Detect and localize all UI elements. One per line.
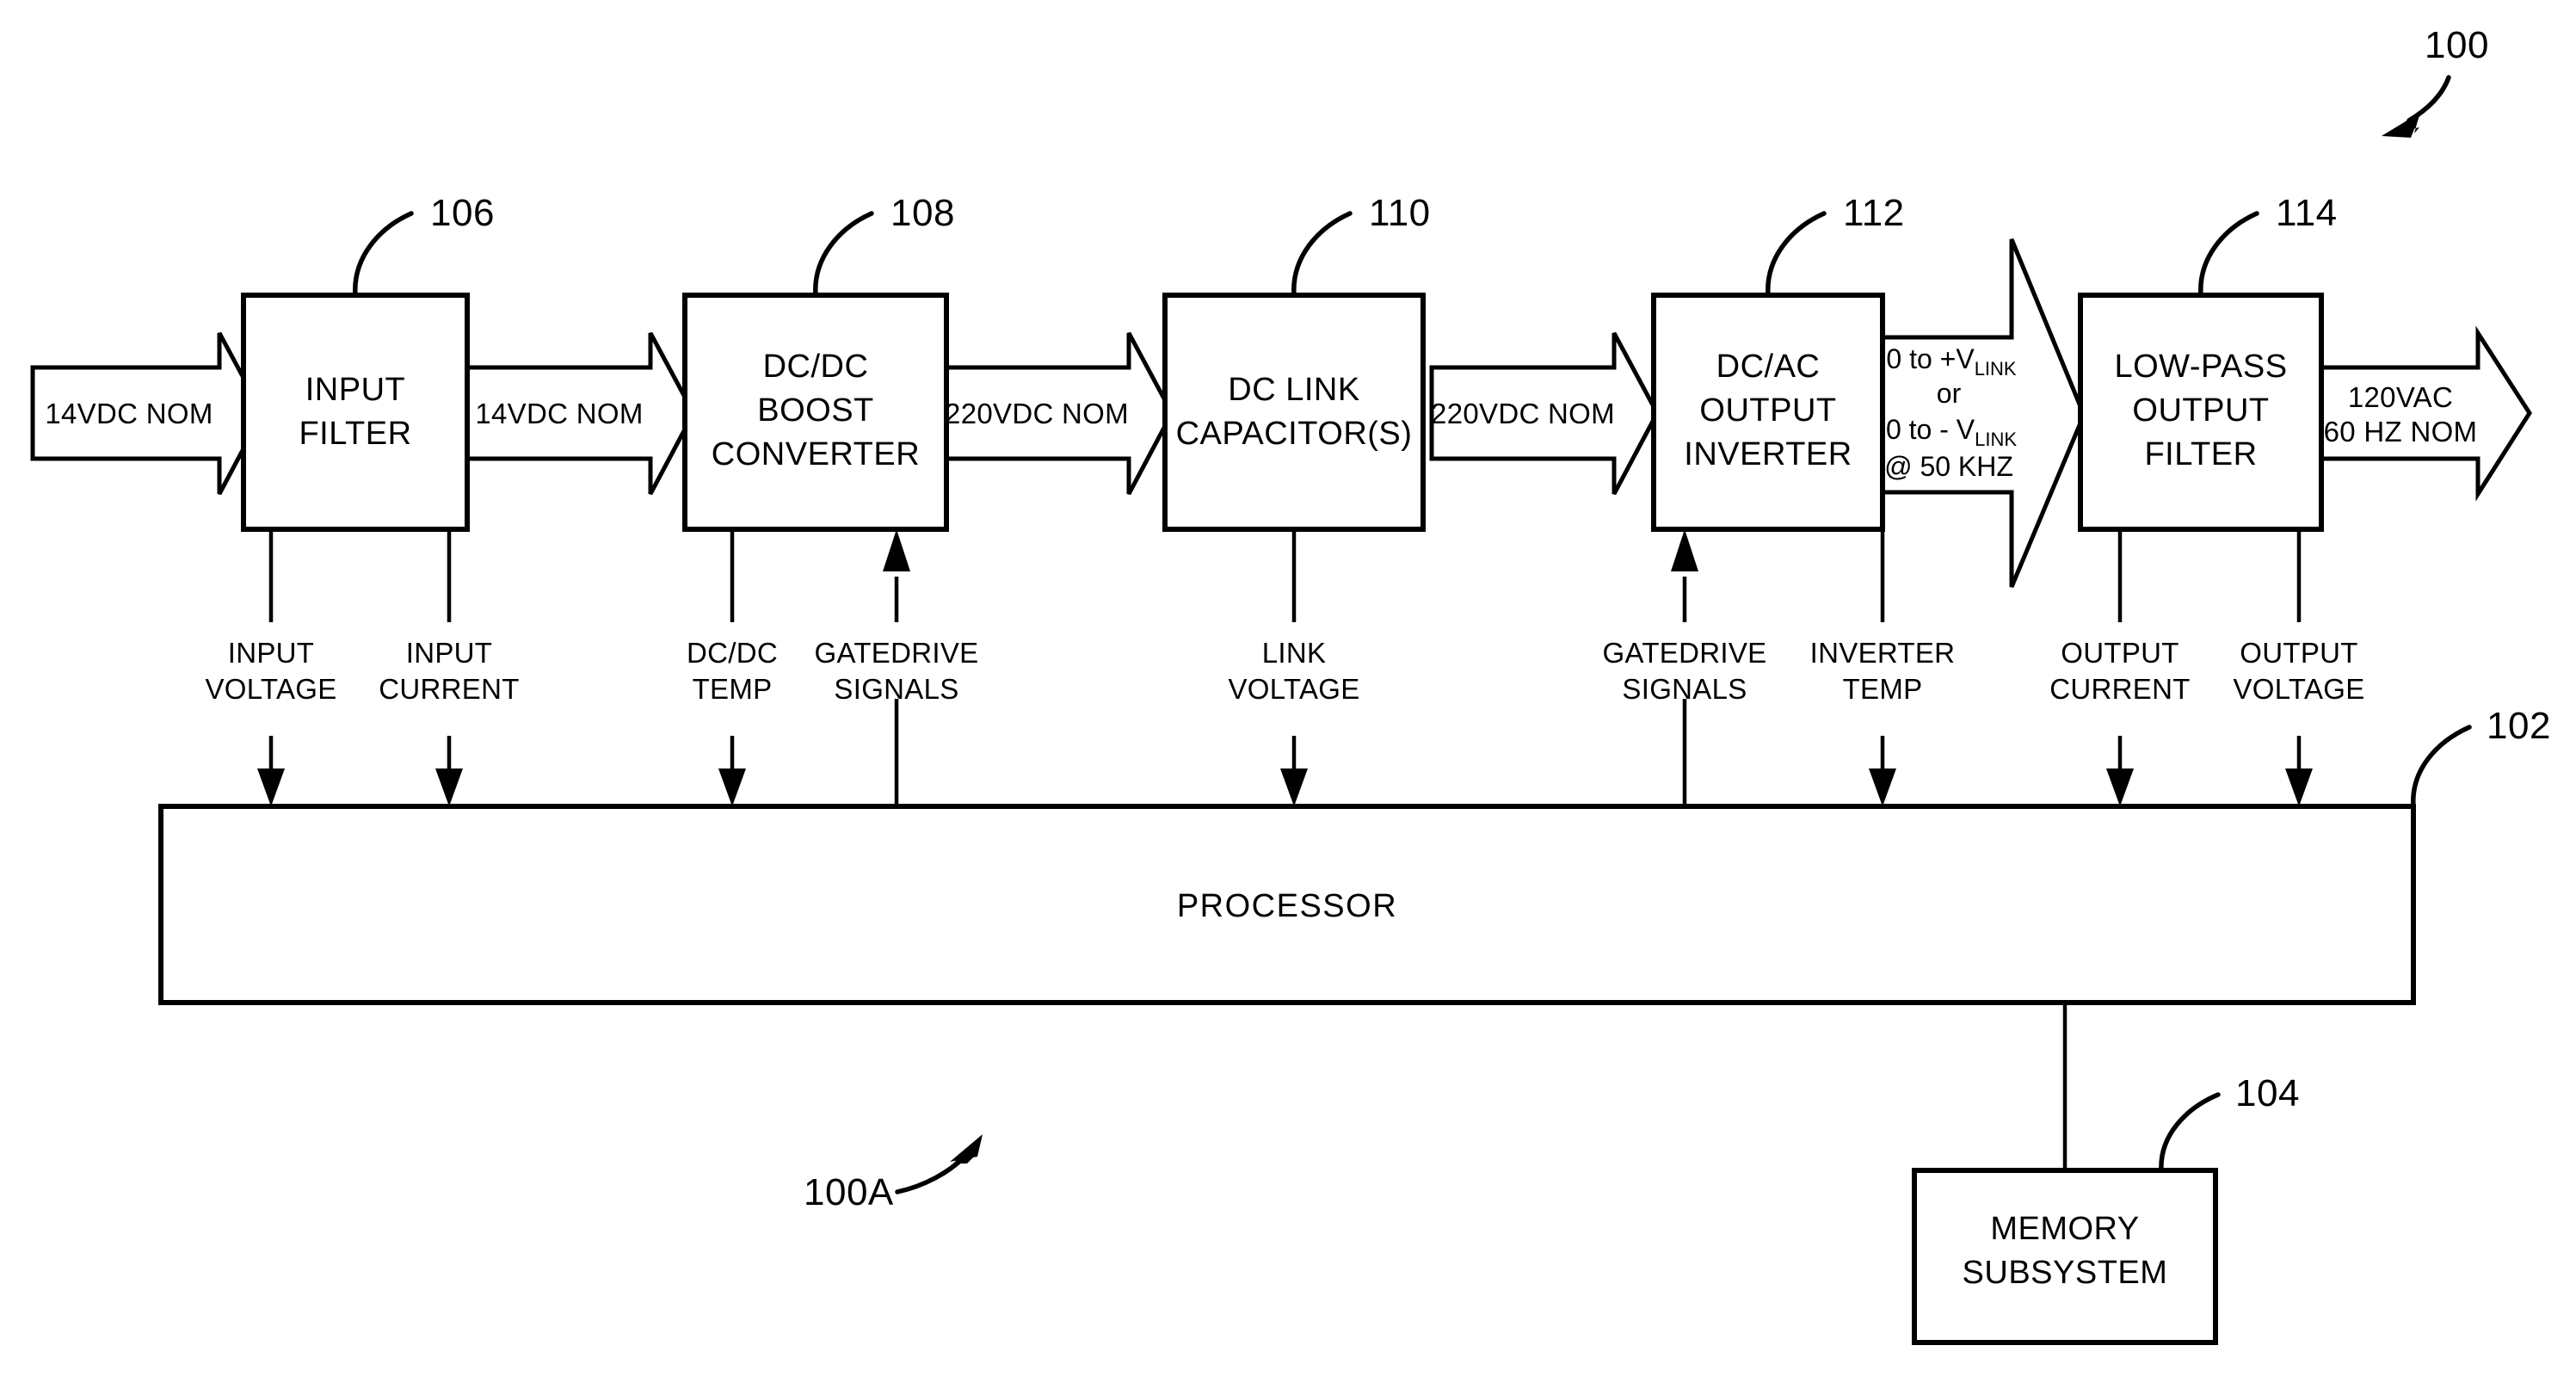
signal-link-voltage-line-2: VOLTAGE — [1228, 673, 1359, 705]
signal-inverter-temp: INVERTER TEMP — [1810, 529, 1956, 806]
signal-dcdc-temp: DC/DC TEMP — [687, 529, 778, 806]
ref-leader-108: 108 — [813, 192, 955, 298]
flow-arrow-pwm-output: 0 to +VLINK or 0 to - VLINK @ 50 KHZ — [1880, 238, 2086, 588]
block-processor[interactable]: PROCESSOR — [158, 804, 2416, 1005]
block-dc-link-capacitor-line-1: DC LINK — [1228, 372, 1359, 408]
pwm-output-line1-subscript: LINK — [1975, 358, 2017, 380]
block-dcac-inverter[interactable]: DC/AC OUTPUT INVERTER — [1651, 293, 1885, 532]
block-low-pass-filter-line-3: FILTER — [2144, 436, 2257, 472]
signal-inverter-gatedrive: GATEDRIVE SIGNALS — [1603, 529, 1767, 806]
ref-leader-104: 104 — [2159, 1072, 2300, 1173]
flow-arrow-boosted-dc: 220VDC NOM — [944, 331, 1174, 496]
block-dc-link-capacitor-line-2: CAPACITOR(S) — [1176, 416, 1413, 452]
flow-arrow-filtered-input: 14VDC NOM — [465, 331, 696, 496]
signal-output-voltage-line-2: VOLTAGE — [2233, 673, 2364, 705]
block-dcac-inverter-line-2: OUTPUT — [1699, 392, 1836, 429]
ref-leader-102: 102 — [2411, 705, 2551, 809]
patent-figure: 14VDC NOM 14VDC NOM 220VDC NOM 220VDC NO… — [0, 0, 2576, 1395]
figure-ref-100a: 100A — [804, 1134, 983, 1213]
ref-label-114: 114 — [2276, 192, 2338, 234]
ref-label-112: 112 — [1843, 192, 1905, 234]
block-input-filter-line-2: FILTER — [299, 416, 411, 452]
signal-link-voltage: LINK VOLTAGE — [1228, 529, 1359, 806]
ref-label-106: 106 — [430, 192, 495, 234]
flow-arrow-ac-output-label-2: 60 HZ NOM — [2324, 416, 2478, 448]
flow-arrow-ac-output-label-1: 120VAC — [2348, 381, 2453, 413]
block-dcdc-boost-line-1: DC/DC — [763, 349, 869, 385]
pwm-output-line3-main: 0 to - V — [1886, 414, 1975, 445]
block-memory-subsystem[interactable]: MEMORY SUBSYSTEM — [1912, 1168, 2218, 1345]
signal-inverter-temp-line-1: INVERTER — [1810, 637, 1956, 669]
ref-label-102: 102 — [2487, 705, 2551, 747]
signal-output-voltage: OUTPUT VOLTAGE — [2233, 529, 2364, 806]
block-dcdc-boost-line-3: CONVERTER — [712, 436, 920, 472]
block-processor-label: PROCESSOR — [1177, 888, 1397, 924]
pwm-output-line1-main: 0 to +V — [1886, 343, 1975, 374]
block-memory-subsystem-line-1: MEMORY — [1990, 1211, 2139, 1247]
signal-input-voltage-line-2: VOLTAGE — [205, 673, 336, 705]
signal-input-current: INPUT CURRENT — [379, 529, 519, 806]
block-dcdc-boost[interactable]: DC/DC BOOST CONVERTER — [682, 293, 949, 532]
pwm-output-line1: 0 to +VLINK — [1886, 343, 2017, 380]
flow-arrow-filtered-input-label: 14VDC NOM — [475, 398, 643, 429]
figure-ref-100: 100 — [2382, 24, 2489, 138]
signal-output-current-line-2: CURRENT — [2049, 673, 2190, 705]
block-dc-link-capacitor[interactable]: DC LINK CAPACITOR(S) — [1162, 293, 1426, 532]
flow-arrow-link-dc: 220VDC NOM — [1429, 331, 1660, 496]
ref-label-110: 110 — [1369, 192, 1431, 234]
signal-output-current-line-1: OUTPUT — [2061, 637, 2179, 669]
signal-dcdc-gatedrive-line-1: GATEDRIVE — [815, 637, 979, 669]
flow-arrow-ac-output: 120VAC 60 HZ NOM — [2319, 325, 2532, 502]
signal-link-voltage-line-1: LINK — [1262, 637, 1327, 669]
signal-dcdc-temp-line-2: TEMP — [693, 673, 773, 705]
signal-input-voltage-line-1: INPUT — [228, 637, 315, 669]
signal-input-voltage: INPUT VOLTAGE — [205, 529, 336, 806]
signal-inverter-gatedrive-line-2: SIGNALS — [1622, 673, 1747, 705]
block-input-filter[interactable]: INPUT FILTER — [241, 293, 470, 532]
figure-ref-100-label: 100 — [2425, 24, 2489, 66]
flow-arrow-input-supply-label: 14VDC NOM — [45, 398, 213, 429]
ref-label-108: 108 — [891, 192, 955, 234]
block-low-pass-filter-line-1: LOW-PASS — [2114, 349, 2287, 385]
block-dcac-inverter-line-1: DC/AC — [1716, 349, 1821, 385]
ref-leader-110: 110 — [1291, 192, 1431, 298]
block-diagram-canvas: 14VDC NOM 14VDC NOM 220VDC NOM 220VDC NO… — [30, 24, 2551, 1345]
flow-arrow-link-dc-label: 220VDC NOM — [1431, 398, 1615, 429]
signal-input-current-line-1: INPUT — [406, 637, 493, 669]
block-input-filter-line-1: INPUT — [305, 372, 406, 408]
ref-leader-112: 112 — [1766, 192, 1905, 298]
ref-leader-106: 106 — [353, 192, 495, 298]
pwm-output-line3: 0 to - VLINK — [1886, 414, 2017, 450]
signal-inverter-gatedrive-line-1: GATEDRIVE — [1603, 637, 1767, 669]
pwm-output-line3-subscript: LINK — [1975, 429, 2017, 450]
pwm-output-line4: @ 50 KHZ — [1884, 451, 2013, 482]
pwm-output-line2: or — [1937, 378, 1962, 409]
block-low-pass-filter-line-2: OUTPUT — [2132, 392, 2269, 429]
flow-arrow-input-supply: 14VDC NOM — [30, 331, 265, 496]
signal-output-voltage-line-1: OUTPUT — [2240, 637, 2357, 669]
block-dcac-inverter-line-3: INVERTER — [1684, 436, 1852, 472]
signal-dcdc-gatedrive-line-2: SIGNALS — [834, 673, 958, 705]
block-low-pass-filter[interactable]: LOW-PASS OUTPUT FILTER — [2078, 293, 2324, 532]
block-memory-subsystem-line-2: SUBSYSTEM — [1963, 1255, 2168, 1291]
figure-ref-100a-label: 100A — [804, 1171, 894, 1213]
block-dcdc-boost-line-2: BOOST — [757, 392, 874, 429]
signal-inverter-temp-line-2: TEMP — [1843, 673, 1923, 705]
signal-dcdc-temp-line-1: DC/DC — [687, 637, 778, 669]
signal-dcdc-gatedrive: GATEDRIVE SIGNALS — [815, 529, 979, 806]
flow-arrow-boosted-dc-label: 220VDC NOM — [945, 398, 1129, 429]
ref-leader-114: 114 — [2198, 192, 2338, 298]
ref-label-104: 104 — [2235, 1072, 2300, 1114]
signal-input-current-line-2: CURRENT — [379, 673, 519, 705]
signal-output-current: OUTPUT CURRENT — [2049, 529, 2190, 806]
